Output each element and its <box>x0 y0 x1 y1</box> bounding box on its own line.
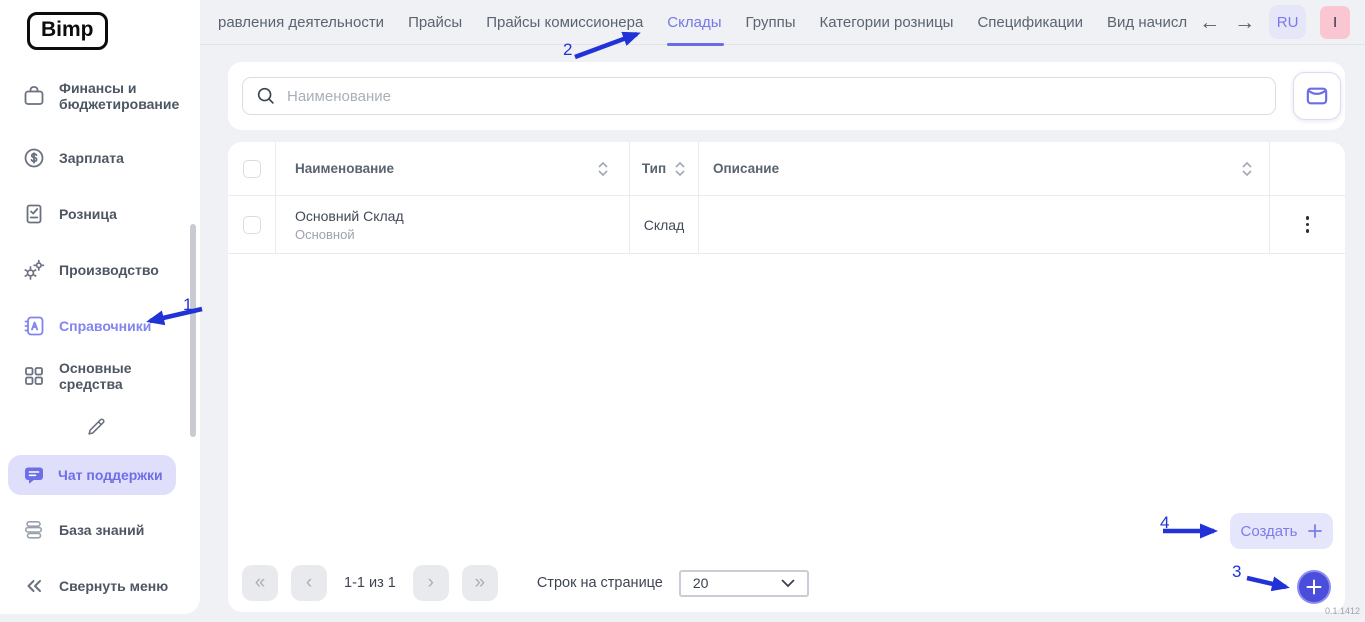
sidebar-item-production[interactable]: Производство <box>22 258 191 282</box>
search-input[interactable] <box>287 87 1263 105</box>
archive-button[interactable] <box>1293 72 1341 120</box>
sidebar-item-salary[interactable]: Зарплата <box>22 146 191 170</box>
search-icon <box>255 85 277 107</box>
sidebar-item-directories[interactable]: Справочники <box>22 314 191 338</box>
edit-menu-button[interactable] <box>85 416 107 438</box>
table-header-row: Наименование Тип Описание <box>228 142 1345 196</box>
sidebar-item-support-chat[interactable]: Чат поддержки <box>8 455 176 495</box>
pagination-next-button[interactable]: › <box>412 565 449 601</box>
tabs-scroll-right-icon[interactable]: → <box>1234 12 1255 33</box>
row-actions-cell <box>1270 196 1345 253</box>
tab-retail-categories[interactable]: Категории розницы <box>807 0 965 45</box>
row-description-cell <box>699 196 1270 253</box>
row-checkbox-cell <box>228 196 276 253</box>
select-all-checkbox[interactable] <box>242 159 261 178</box>
pagination-range: 1-1 из 1 <box>344 575 396 591</box>
language-switcher[interactable]: RU <box>1269 5 1307 39</box>
tab-activity-areas[interactable]: равления деятельности <box>216 0 396 45</box>
dictionary-icon <box>22 314 46 338</box>
column-header-type[interactable]: Тип <box>630 142 699 195</box>
rows-per-page-label: Строк на странице <box>536 575 663 591</box>
warehouse-subtitle: Основной <box>295 226 355 242</box>
row-menu-button[interactable] <box>1302 212 1314 237</box>
pagination-first-button[interactable]: « <box>242 565 278 601</box>
clipboard-check-icon <box>22 202 46 226</box>
sidebar-item-label: Зарплата <box>59 150 124 166</box>
app-root: { "app": { "logo": "Bimp", "version": "0… <box>0 0 1365 622</box>
app-logo[interactable]: Bimp <box>27 12 108 50</box>
tab-warehouses[interactable]: Склады <box>655 0 733 46</box>
dollar-circle-icon <box>22 146 46 170</box>
sort-icon[interactable] <box>1241 160 1253 178</box>
tab-price-lists[interactable]: Прайсы <box>396 0 474 45</box>
table-row[interactable]: Основний Склад Основной Склад <box>228 196 1345 254</box>
sort-icon[interactable] <box>674 160 686 178</box>
tab-specifications[interactable]: Спецификации <box>965 0 1095 45</box>
sidebar-item-label: Финансы и бюджетирование <box>59 80 180 112</box>
search-box <box>242 77 1276 115</box>
sidebar-item-retail[interactable]: Розница <box>22 202 191 226</box>
sidebar: Bimp Финансы и бюджетирование Зарплата Р… <box>0 0 200 614</box>
sort-icon[interactable] <box>597 160 609 178</box>
sidebar-item-label: База знаний <box>59 522 145 538</box>
archive-box-icon <box>1303 82 1331 110</box>
sidebar-scrollbar[interactable] <box>190 224 196 437</box>
header-actions-cell <box>1270 142 1345 195</box>
pagination-last-button[interactable]: » <box>461 565 498 601</box>
create-button[interactable]: Создать <box>1230 513 1333 549</box>
sidebar-item-fixed-assets[interactable]: Основные средства <box>22 360 191 392</box>
search-panel <box>228 62 1345 130</box>
chevron-down-icon <box>781 579 795 588</box>
app-version: 0.1.1412 <box>1324 606 1360 616</box>
chat-icon <box>22 463 46 487</box>
row-type-cell: Склад <box>630 196 699 253</box>
gears-icon <box>22 258 46 282</box>
warehouses-table: Наименование Тип Описание Основний Склад… <box>228 142 1345 612</box>
collapse-menu-button[interactable]: Свернуть меню <box>22 574 191 598</box>
briefcase-icon <box>22 84 46 108</box>
warehouse-name: Основний Склад <box>295 207 404 224</box>
sidebar-item-label: Основные средства <box>59 360 132 392</box>
rows-per-page-select[interactable]: 20 <box>678 569 809 597</box>
pencil-icon <box>85 416 107 438</box>
plus-icon <box>1305 578 1323 596</box>
topbar-right-cluster: ← → RU I <box>1199 5 1351 39</box>
plus-icon <box>1307 523 1323 539</box>
rows-per-page-value: 20 <box>692 575 709 591</box>
tab-accrual-type[interactable]: Вид начисл <box>1095 0 1199 45</box>
row-checkbox[interactable] <box>242 215 261 234</box>
column-header-name[interactable]: Наименование <box>276 142 630 195</box>
books-icon <box>22 518 46 542</box>
add-fab-button[interactable] <box>1297 570 1331 604</box>
user-avatar[interactable]: I <box>1320 5 1351 39</box>
tab-groups[interactable]: Группы <box>734 0 808 45</box>
pagination-prev-button[interactable]: ‹ <box>291 565 327 601</box>
sidebar-item-label: Чат поддержки <box>58 467 163 483</box>
top-tab-bar: равления деятельности Прайсы Прайсы коми… <box>200 0 1365 46</box>
grid-icon <box>22 364 46 388</box>
sidebar-item-label: Справочники <box>59 318 152 334</box>
column-header-description[interactable]: Описание <box>699 142 1270 195</box>
tab-commission-price-lists[interactable]: Прайсы комиссионера <box>474 0 655 45</box>
sidebar-item-finance[interactable]: Финансы и бюджетирование <box>22 80 191 112</box>
row-name-cell: Основний Склад Основной <box>276 196 630 253</box>
tabs-scroll-left-icon[interactable]: ← <box>1199 12 1220 33</box>
double-chevron-left-icon <box>22 574 46 598</box>
sidebar-item-knowledge-base[interactable]: База знаний <box>22 518 191 542</box>
sidebar-item-label: Свернуть меню <box>59 578 169 594</box>
pagination: « ‹ 1-1 из 1 › » Строк на странице 20 <box>242 565 809 601</box>
warehouse-type: Склад <box>643 216 685 233</box>
create-button-label: Создать <box>1240 522 1298 540</box>
sidebar-item-label: Производство <box>59 262 159 278</box>
header-checkbox-cell <box>228 142 276 195</box>
sidebar-item-label: Розница <box>59 206 117 222</box>
